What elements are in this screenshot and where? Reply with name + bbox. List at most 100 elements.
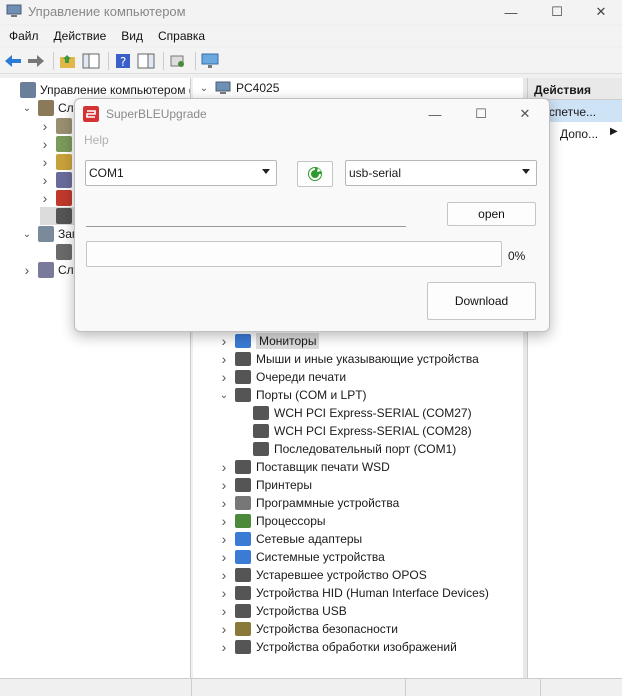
device-category[interactable]: ⌄ Порты (COM и LPT): [193, 386, 367, 404]
dialog-title: SuperBLEUpgrade: [106, 107, 207, 121]
device-icon: [235, 586, 251, 600]
chevron-right-icon[interactable]: ›: [219, 351, 229, 367]
chevron-right-icon[interactable]: ›: [40, 154, 50, 170]
open-button[interactable]: open: [447, 202, 536, 226]
device-category[interactable]: › Процессоры: [193, 512, 326, 530]
chevron-right-icon[interactable]: ›: [40, 136, 50, 152]
dialog-minimize-button[interactable]: —: [415, 103, 455, 125]
disk-management-icon: [56, 244, 72, 260]
clock-icon: [56, 118, 72, 134]
chevron-right-icon[interactable]: ›: [219, 369, 229, 385]
chevron-down-icon[interactable]: ⌄: [199, 83, 209, 94]
dialog-menu-help[interactable]: Help: [84, 133, 109, 147]
maximize-button[interactable]: ☐: [534, 0, 580, 24]
file-path-field[interactable]: [86, 226, 406, 227]
back-button[interactable]: [3, 51, 23, 71]
device-category[interactable]: › Мыши и иные указывающие устройства: [193, 350, 479, 368]
menu-file[interactable]: Файл: [3, 29, 45, 43]
menu-action[interactable]: Действие: [48, 29, 113, 43]
device-category[interactable]: › Устройства обработки изображений: [193, 638, 457, 656]
forward-arrow-icon: [28, 54, 44, 67]
show-action-pane-button[interactable]: [136, 51, 156, 71]
chevron-down-icon[interactable]: ⌄: [219, 390, 229, 401]
chevron-right-icon[interactable]: ›: [219, 513, 229, 529]
show-tree-button[interactable]: [81, 51, 101, 71]
device-item[interactable]: WCH PCI Express-SERIAL (COM27): [193, 404, 472, 422]
forward-button[interactable]: [26, 51, 46, 71]
chevron-right-icon[interactable]: ›: [40, 118, 50, 134]
device-category[interactable]: › Мониторы: [193, 332, 320, 350]
device-category[interactable]: › Устройства USB: [193, 602, 347, 620]
maximize-icon: ☐: [551, 4, 563, 19]
device-label: WCH PCI Express-SERIAL (COM27): [274, 406, 472, 420]
device-category[interactable]: › Принтеры: [193, 476, 312, 494]
chevron-right-icon[interactable]: ›: [219, 333, 229, 349]
chevron-down-icon[interactable]: ⌄: [22, 229, 32, 240]
dropdown-arrow-icon: [262, 169, 270, 174]
device-item[interactable]: WCH PCI Express-SERIAL (COM28): [193, 422, 472, 440]
device-label: Устройства обработки изображений: [256, 640, 457, 654]
status-divider: [540, 679, 541, 696]
chevron-right-icon[interactable]: ›: [40, 190, 50, 206]
download-progress-bar: [86, 241, 502, 267]
chevron-right-icon[interactable]: ›: [40, 172, 50, 188]
computer-icon: [215, 81, 231, 94]
device-label: Сетевые адаптеры: [256, 532, 363, 546]
device-category[interactable]: › Программные устройства: [193, 494, 400, 512]
close-button[interactable]: ✕: [580, 0, 622, 24]
device-label: Устройства безопасности: [256, 622, 398, 636]
device-category[interactable]: › Системные устройства: [193, 548, 385, 566]
chevron-right-icon[interactable]: ›: [219, 459, 229, 475]
device-icon: [235, 532, 251, 546]
device-category[interactable]: › Поставщик печати WSD: [193, 458, 390, 476]
device-tree-root[interactable]: ⌄ PC4025: [193, 78, 523, 98]
update-config-button[interactable]: [168, 51, 188, 71]
port-select[interactable]: COM1: [85, 160, 277, 186]
toolbar-separator: [108, 51, 109, 70]
tree-item-label: Управление компьютером (л: [40, 83, 191, 97]
main-titlebar: Управление компьютером — ☐ ✕: [0, 0, 622, 24]
device-category[interactable]: › Устройства безопасности: [193, 620, 398, 638]
chevron-right-icon[interactable]: ›: [219, 585, 229, 601]
status-divider: [191, 679, 192, 696]
device-icon: [235, 388, 251, 402]
help-button[interactable]: ?: [113, 51, 133, 71]
chevron-right-icon[interactable]: ›: [219, 495, 229, 511]
menu-help[interactable]: Справка: [152, 29, 211, 43]
chevron-right-icon[interactable]: ›: [219, 549, 229, 565]
chevron-right-icon[interactable]: ›: [219, 603, 229, 619]
dialog-close-button[interactable]: ✕: [505, 103, 545, 125]
device-icon: [235, 550, 251, 564]
up-level-button[interactable]: [58, 51, 78, 71]
device-icon: [235, 334, 251, 348]
device-icon: [235, 460, 251, 474]
device-category[interactable]: › Сетевые адаптеры: [193, 530, 363, 548]
chevron-right-icon[interactable]: ›: [219, 477, 229, 493]
chevron-right-icon[interactable]: ›: [219, 531, 229, 547]
device-category[interactable]: › Устаревшее устройство OPOS: [193, 566, 427, 584]
connection-type-select[interactable]: usb-serial: [345, 160, 537, 186]
status-divider: [405, 679, 406, 696]
device-item[interactable]: Последовательный порт (COM1): [193, 440, 456, 458]
chevron-right-icon[interactable]: ›: [219, 639, 229, 655]
chevron-right-icon[interactable]: ›: [22, 262, 32, 278]
download-button[interactable]: Download: [427, 282, 536, 320]
status-bar: [0, 678, 622, 696]
dialog-maximize-button[interactable]: ☐: [461, 103, 501, 125]
chevron-right-icon[interactable]: ›: [219, 567, 229, 583]
minimize-button[interactable]: —: [488, 0, 534, 24]
device-category[interactable]: › Устройства HID (Human Interface Devices…: [193, 584, 489, 602]
tree-item[interactable]: Управление компьютером (л: [4, 81, 191, 99]
device-icon: [235, 496, 251, 510]
menu-view[interactable]: Вид: [115, 29, 149, 43]
device-category[interactable]: › Очереди печати: [193, 368, 346, 386]
storage-icon: [38, 226, 54, 242]
shared-folder-icon: [56, 154, 72, 170]
refresh-ports-button[interactable]: [297, 161, 333, 187]
chevron-down-icon[interactable]: ⌄: [22, 103, 32, 114]
chevron-right-icon[interactable]: ›: [219, 621, 229, 637]
device-label: Системные устройства: [256, 550, 385, 564]
monitor-button[interactable]: [200, 51, 220, 71]
superbleupgrade-dialog: SuperBLEUpgrade — ☐ ✕ Help COM1 usb-seri…: [74, 98, 550, 332]
refresh-icon: [308, 167, 322, 181]
